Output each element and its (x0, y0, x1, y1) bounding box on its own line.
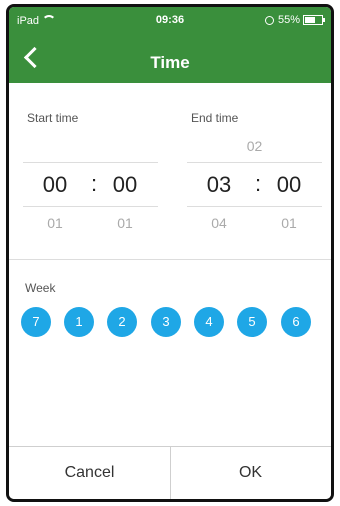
start-next-values: 01 01 (23, 215, 158, 235)
time-pickers: Start time 00 : 00 01 01 End time 02 03 … (9, 83, 331, 260)
divider (187, 162, 322, 163)
day-toggle-tuesday[interactable]: 2 (107, 307, 137, 337)
end-time-label: End time (191, 111, 239, 125)
day-toggle-saturday[interactable]: 6 (281, 307, 311, 337)
day-toggle-sunday[interactable]: 7 (21, 307, 51, 337)
end-next-hour[interactable]: 04 (199, 215, 239, 231)
start-time-picker[interactable]: Start time 00 : 00 01 01 (23, 83, 158, 259)
app-header: iPad 09:36 55% Time (9, 7, 331, 83)
ok-button[interactable]: OK (170, 447, 331, 499)
week-label: Week (25, 281, 56, 295)
divider (187, 206, 322, 207)
divider (23, 162, 158, 163)
start-minute[interactable]: 00 (105, 172, 145, 198)
end-next-minute[interactable]: 01 (269, 215, 309, 231)
status-right: 55% (264, 14, 325, 26)
start-time-selected[interactable]: 00 : 00 (23, 171, 158, 198)
day-toggle-monday[interactable]: 1 (64, 307, 94, 337)
end-hour[interactable]: 03 (199, 172, 239, 198)
wifi-icon (42, 15, 57, 25)
status-left: iPad (17, 14, 57, 27)
start-next-hour[interactable]: 01 (35, 215, 75, 231)
battery-percent: 55% (277, 14, 300, 26)
end-time-picker[interactable]: End time 02 03 : 00 04 01 (187, 83, 322, 259)
time-separator: : (90, 171, 98, 196)
battery-icon (303, 15, 325, 26)
phone-frame: iPad 09:36 55% Time Start time 00 : 00 0… (6, 4, 334, 502)
location-icon (264, 15, 274, 25)
page-title: Time (150, 53, 190, 72)
time-separator: : (254, 171, 262, 196)
end-minute[interactable]: 00 (269, 172, 309, 198)
cancel-button[interactable]: Cancel (9, 447, 171, 499)
week-day-list: 7 1 2 3 4 5 6 (21, 307, 321, 337)
status-bar: iPad 09:36 55% (9, 14, 331, 32)
status-time: 09:36 (155, 14, 185, 26)
day-toggle-thursday[interactable]: 4 (194, 307, 224, 337)
day-toggle-wednesday[interactable]: 3 (151, 307, 181, 337)
divider (23, 206, 158, 207)
dialog-buttons: Cancel OK (9, 446, 331, 499)
start-next-minute[interactable]: 01 (105, 215, 145, 231)
end-time-selected[interactable]: 03 : 00 (187, 171, 322, 198)
week-section: Week 7 1 2 3 4 5 6 (9, 260, 331, 454)
device-label: iPad (17, 15, 40, 27)
end-prev-hour[interactable]: 02 (187, 138, 322, 154)
start-time-label: Start time (27, 111, 79, 125)
day-toggle-friday[interactable]: 5 (237, 307, 267, 337)
end-next-values: 04 01 (187, 215, 322, 235)
start-hour[interactable]: 00 (35, 172, 75, 198)
